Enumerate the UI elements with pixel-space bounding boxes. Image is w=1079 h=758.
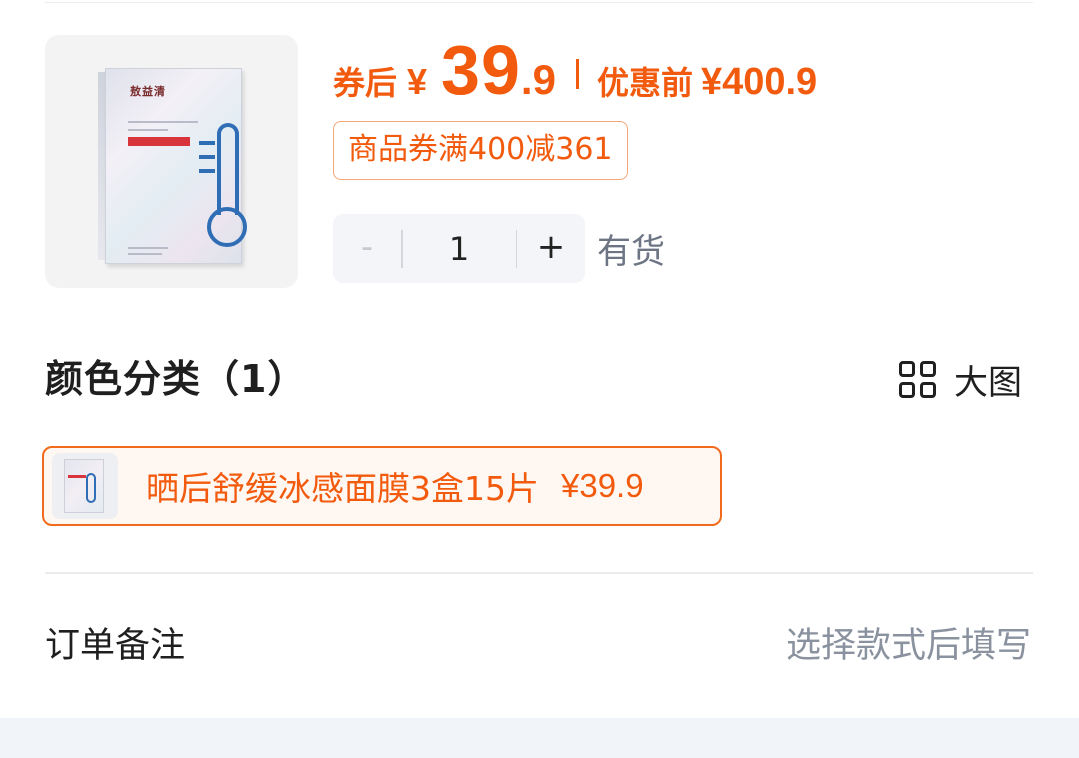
variant-price: ¥39.9 <box>561 467 644 504</box>
order-remark-label: 订单备注 <box>45 626 186 666</box>
bottom-band <box>0 718 1079 758</box>
variant-option[interactable]: 晒后舒缓冰感面膜3盒15片 ¥39.9 <box>42 446 722 526</box>
variant-section-title: 颜色分类（1） <box>45 357 307 401</box>
large-image-toggle[interactable]: 大图 <box>899 355 1022 404</box>
price-integer: 39 <box>441 31 521 109</box>
box-brand-mark: 敖益清 <box>130 85 166 98</box>
section-divider <box>45 572 1033 574</box>
thermometer-icon <box>199 123 247 247</box>
coupon-tag[interactable]: 商品券满400减361 <box>333 121 628 180</box>
price-decimal: .9 <box>520 56 556 103</box>
variant-name: 晒后舒缓冰感面膜3盒15片 <box>146 469 539 508</box>
product-image[interactable]: 敖益清 <box>45 35 298 288</box>
stock-status: 有货 <box>597 232 665 272</box>
grid-view-icon <box>899 361 936 398</box>
original-price-value: ¥400.9 <box>700 61 818 103</box>
original-price-label: 优惠前 <box>596 65 693 101</box>
order-remark-field[interactable]: 选择款式后填写 <box>786 617 1031 668</box>
variant-thumbnail <box>52 453 118 519</box>
price-row: 券后 ¥ 39 .9 优惠前 ¥400.9 <box>333 30 817 110</box>
quantity-value[interactable]: 1 <box>403 230 516 268</box>
price-currency: ¥ <box>407 61 428 102</box>
decrease-button[interactable]: - <box>333 214 401 283</box>
after-coupon-label: 券后 <box>333 65 398 101</box>
quantity-stepper: - 1 + <box>333 214 585 283</box>
view-toggle-label: 大图 <box>954 363 1022 403</box>
price-separator <box>575 59 579 89</box>
increase-button[interactable]: + <box>517 214 585 283</box>
top-divider <box>45 2 1033 3</box>
box-side <box>98 72 105 260</box>
box-red-label <box>128 137 190 146</box>
